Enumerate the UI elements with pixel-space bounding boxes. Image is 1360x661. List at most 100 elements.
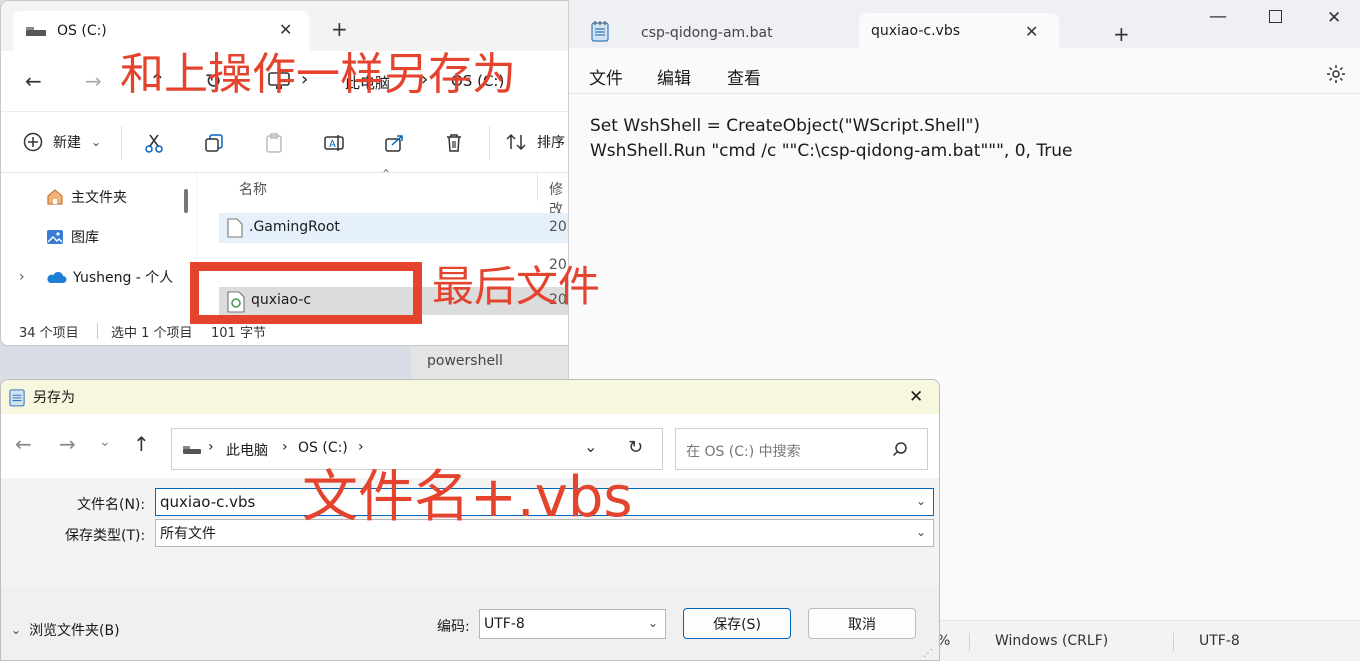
explorer-toolbar: 新建 ⌄ A 排序	[1, 111, 574, 173]
forward-arrow-icon[interactable]: →	[59, 432, 76, 456]
filetype-label: 保存类型(T):	[65, 528, 146, 544]
line-ending: Windows (CRLF)	[995, 633, 1109, 649]
nav-item-label: Yusheng - 个人	[73, 270, 174, 286]
breadcrumb-separator: ›	[282, 439, 288, 455]
resize-grip-icon[interactable]: ⋰	[923, 648, 933, 659]
breadcrumb-drive[interactable]: OS (C:)	[298, 440, 348, 456]
nav-item-onedrive[interactable]: Yusheng - 个人	[45, 267, 173, 287]
cancel-button[interactable]: 取消	[808, 608, 916, 639]
chevron-down-icon: ⌄	[11, 623, 22, 637]
sort-icon	[506, 133, 526, 151]
save-button[interactable]: 保存(S)	[683, 608, 791, 639]
new-button-label: 新建	[53, 135, 81, 151]
forward-arrow-icon[interactable]: →	[85, 69, 102, 93]
share-icon[interactable]	[383, 132, 405, 154]
filename-label: 文件名(N):	[77, 497, 146, 513]
close-dialog-icon[interactable]: ✕	[909, 387, 923, 407]
encoding-label: 编码:	[437, 619, 470, 635]
home-icon	[47, 189, 63, 205]
encoding-select[interactable]: UTF-8 ⌄	[479, 609, 666, 639]
search-icon[interactable]	[892, 441, 908, 457]
tab-bat-file[interactable]: csp-qidong-am.bat	[641, 25, 773, 41]
browse-folders-label: 浏览文件夹(B)	[29, 623, 120, 639]
gallery-icon	[47, 230, 63, 244]
dialog-titlebar: 另存为 ✕	[1, 380, 939, 414]
up-arrow-icon[interactable]: ↑	[133, 432, 150, 456]
annotation-highlight-box	[190, 262, 422, 324]
chevron-down-icon[interactable]: ⌄	[916, 494, 926, 508]
notepad-titlebar: csp-qidong-am.bat quxiao-c.vbs ✕ + — ✕	[569, 0, 1360, 49]
scrollbar-thumb[interactable]	[184, 189, 188, 213]
sort-button[interactable]: 排序	[505, 132, 565, 152]
item-count: 34 个项目	[19, 326, 79, 341]
tab-label: quxiao-c.vbs	[871, 23, 961, 39]
status-divider	[97, 323, 98, 339]
file-row[interactable]: .GamingRoot 202	[219, 213, 574, 243]
breadcrumb-separator: ›	[208, 439, 214, 455]
file-icon	[227, 218, 243, 238]
menu-file[interactable]: 文件	[589, 64, 623, 89]
nav-item-gallery[interactable]: 图库	[45, 227, 99, 247]
minimize-icon[interactable]: —	[1209, 6, 1227, 27]
cloud-icon	[47, 271, 67, 283]
menu-view[interactable]: 查看	[727, 64, 761, 89]
annotation-file: 最后文件	[432, 262, 601, 311]
nav-item-label: 主文件夹	[71, 190, 127, 206]
close-tab-icon[interactable]: ✕	[1025, 22, 1038, 41]
notepad-menubar: 文件 编辑 查看	[569, 48, 1360, 94]
rename-icon[interactable]: A	[323, 132, 345, 154]
filetype-value: 所有文件	[160, 526, 216, 542]
nav-item-label: 图库	[71, 230, 99, 246]
new-tab-icon[interactable]: +	[1113, 22, 1130, 46]
chevron-down-icon: ⌄	[91, 135, 102, 149]
browse-folders-toggle[interactable]: ⌄ 浏览文件夹(B)	[11, 620, 120, 640]
close-tab-icon[interactable]: ✕	[279, 20, 292, 39]
back-arrow-icon[interactable]: ←	[25, 69, 42, 93]
chevron-down-icon[interactable]: ⌄	[916, 525, 926, 539]
recent-chevron-icon[interactable]: ⌄	[99, 434, 111, 450]
column-divider	[537, 173, 538, 201]
settings-gear-icon[interactable]	[1326, 64, 1346, 84]
drive-icon	[183, 446, 201, 454]
chevron-down-icon: ⌄	[648, 616, 659, 630]
dialog-title: 另存为	[33, 390, 75, 406]
new-tab-icon[interactable]: +	[331, 17, 348, 41]
nav-item-home[interactable]: 主文件夹	[45, 187, 127, 207]
expand-chevron-icon[interactable]: ›	[19, 269, 25, 285]
breadcrumb-separator: ›	[358, 439, 364, 455]
notepad-icon	[9, 389, 25, 407]
powershell-label: powershell	[427, 353, 503, 369]
encoding-value: UTF-8	[484, 616, 525, 632]
maximize-icon[interactable]	[1269, 10, 1282, 23]
refresh-icon[interactable]: ↻	[628, 437, 643, 458]
annotation-filename: 文件名+.vbs	[302, 465, 633, 530]
address-bar[interactable]: › 此电脑 › OS (C:) › ⌄ ↻	[171, 428, 663, 470]
background-window-strip: powershell	[411, 346, 568, 380]
selected-size: 101 字节	[211, 326, 266, 341]
drive-icon	[26, 27, 46, 36]
breadcrumb-this-pc[interactable]: 此电脑	[226, 440, 268, 460]
search-box[interactable]: 在 OS (C:) 中搜索	[675, 428, 928, 470]
tab-vbs-file[interactable]: quxiao-c.vbs ✕	[859, 13, 1059, 49]
copy-icon[interactable]	[203, 132, 225, 154]
delete-icon[interactable]	[443, 132, 465, 154]
dialog-footer: ⌄ 浏览文件夹(B) 编码: UTF-8 ⌄ 保存(S) 取消 ⋰	[1, 586, 939, 660]
filename-value: quxiao-c.vbs	[160, 493, 256, 511]
notepad-text-area[interactable]: Set WshShell = CreateObject("WScript.She…	[590, 114, 1072, 164]
menu-edit[interactable]: 编辑	[657, 64, 691, 89]
search-placeholder: 在 OS (C:) 中搜索	[686, 444, 801, 460]
paste-icon[interactable]	[263, 132, 285, 154]
explorer-tab[interactable]: OS (C:) ✕	[13, 11, 309, 51]
new-button[interactable]: 新建 ⌄	[23, 132, 101, 152]
svg-text:A: A	[329, 139, 336, 150]
cut-icon[interactable]	[143, 132, 165, 154]
address-dropdown-icon[interactable]: ⌄	[584, 437, 597, 456]
add-circle-icon	[23, 132, 43, 152]
column-header-name[interactable]: 名称	[239, 179, 267, 199]
close-window-icon[interactable]: ✕	[1327, 8, 1341, 28]
notepad-icon	[591, 21, 609, 42]
status-divider	[1173, 633, 1174, 651]
back-arrow-icon[interactable]: ←	[15, 432, 32, 456]
file-name: .GamingRoot	[249, 219, 340, 235]
encoding: UTF-8	[1199, 633, 1240, 649]
